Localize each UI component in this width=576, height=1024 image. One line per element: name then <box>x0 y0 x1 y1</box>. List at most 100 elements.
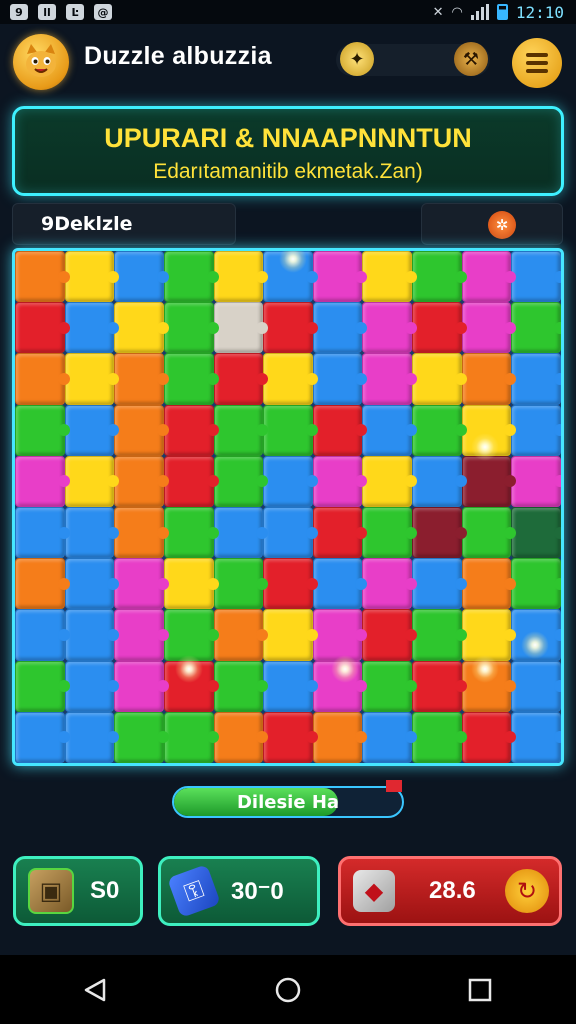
puzzle-piece[interactable] <box>114 609 169 661</box>
home-button[interactable] <box>268 970 308 1010</box>
puzzle-piece[interactable] <box>163 302 219 354</box>
puzzle-piece[interactable] <box>213 353 268 405</box>
puzzle-piece[interactable] <box>312 302 368 354</box>
puzzle-piece[interactable] <box>64 455 119 507</box>
puzzle-piece[interactable] <box>312 455 368 507</box>
puzzle-piece[interactable] <box>461 455 516 507</box>
puzzle-piece[interactable] <box>64 507 119 559</box>
puzzle-piece[interactable] <box>114 251 169 303</box>
puzzle-piece[interactable] <box>114 302 169 354</box>
puzzle-piece[interactable] <box>263 353 318 405</box>
puzzle-piece[interactable] <box>312 660 368 712</box>
puzzle-piece[interactable] <box>64 711 119 763</box>
puzzle-piece[interactable] <box>213 711 268 763</box>
lightbulb-icon[interactable]: ✦ <box>340 42 374 76</box>
puzzle-piece[interactable] <box>114 455 169 507</box>
puzzle-piece[interactable] <box>511 353 561 405</box>
puzzle-piece[interactable] <box>263 455 318 507</box>
puzzle-piece[interactable] <box>163 507 219 559</box>
hint-icon[interactable]: ✲ <box>488 211 516 239</box>
puzzle-piece[interactable] <box>64 353 119 405</box>
gem-counter-card[interactable]: ◆ 28.6 ↻ <box>338 856 562 926</box>
puzzle-piece[interactable] <box>163 404 219 456</box>
puzzle-piece[interactable] <box>163 558 219 610</box>
puzzle-piece[interactable] <box>64 404 119 456</box>
puzzle-board[interactable] <box>12 248 564 766</box>
puzzle-piece[interactable] <box>15 302 70 354</box>
puzzle-piece[interactable] <box>412 455 467 507</box>
puzzle-piece[interactable] <box>213 404 268 456</box>
puzzle-piece[interactable] <box>412 251 467 303</box>
puzzle-piece[interactable] <box>412 404 467 456</box>
puzzle-piece[interactable] <box>412 302 467 354</box>
back-button[interactable] <box>76 970 116 1010</box>
puzzle-piece[interactable] <box>461 353 516 405</box>
menu-button[interactable] <box>512 38 562 88</box>
puzzle-piece[interactable] <box>461 711 516 763</box>
puzzle-piece[interactable] <box>511 609 561 661</box>
puzzle-piece[interactable] <box>213 455 268 507</box>
puzzle-piece[interactable] <box>263 302 318 354</box>
refresh-bolt-icon[interactable]: ↻ <box>505 869 549 913</box>
puzzle-piece[interactable] <box>15 404 70 456</box>
puzzle-piece[interactable] <box>511 455 561 507</box>
puzzle-piece[interactable] <box>511 507 561 559</box>
puzzle-piece[interactable] <box>64 609 119 661</box>
puzzle-piece[interactable] <box>114 507 169 559</box>
puzzle-piece[interactable] <box>114 353 169 405</box>
puzzle-piece[interactable] <box>461 558 516 610</box>
puzzle-piece[interactable] <box>511 660 561 712</box>
puzzle-piece[interactable] <box>412 609 467 661</box>
puzzle-piece[interactable] <box>412 711 467 763</box>
puzzle-piece[interactable] <box>312 609 368 661</box>
puzzle-piece[interactable] <box>312 558 368 610</box>
puzzle-piece[interactable] <box>461 660 516 712</box>
puzzle-piece[interactable] <box>263 558 318 610</box>
puzzle-piece[interactable] <box>412 353 467 405</box>
puzzle-piece[interactable] <box>15 507 70 559</box>
cat-mascot-icon[interactable] <box>13 34 69 90</box>
puzzle-piece[interactable] <box>312 404 368 456</box>
puzzle-piece[interactable] <box>114 660 169 712</box>
puzzle-piece[interactable] <box>461 251 516 303</box>
puzzle-piece[interactable] <box>362 711 417 763</box>
puzzle-piece[interactable] <box>511 558 561 610</box>
puzzle-piece[interactable] <box>15 609 70 661</box>
puzzle-piece[interactable] <box>163 251 219 303</box>
puzzle-piece[interactable] <box>163 353 219 405</box>
puzzle-piece[interactable] <box>461 404 516 456</box>
puzzle-piece[interactable] <box>263 609 318 661</box>
puzzle-piece[interactable] <box>412 507 467 559</box>
puzzle-piece[interactable] <box>362 251 417 303</box>
puzzle-piece[interactable] <box>362 609 417 661</box>
puzzle-piece[interactable] <box>312 251 368 303</box>
puzzle-piece[interactable] <box>263 404 318 456</box>
puzzle-piece[interactable] <box>263 660 318 712</box>
puzzle-piece[interactable] <box>511 404 561 456</box>
puzzle-piece[interactable] <box>64 302 119 354</box>
puzzle-piece[interactable] <box>213 558 268 610</box>
puzzle-piece[interactable] <box>263 507 318 559</box>
puzzle-grid[interactable] <box>15 251 561 763</box>
puzzle-piece[interactable] <box>213 660 268 712</box>
puzzle-piece[interactable] <box>362 507 417 559</box>
puzzle-piece[interactable] <box>114 711 169 763</box>
puzzle-piece[interactable] <box>362 558 417 610</box>
puzzle-piece[interactable] <box>312 507 368 559</box>
hammer-icon[interactable]: ⚒ <box>454 42 488 76</box>
puzzle-piece[interactable] <box>412 558 467 610</box>
puzzle-piece[interactable] <box>412 660 467 712</box>
puzzle-piece[interactable] <box>213 302 268 354</box>
puzzle-piece[interactable] <box>15 660 70 712</box>
puzzle-piece[interactable] <box>213 251 268 303</box>
puzzle-piece[interactable] <box>163 609 219 661</box>
key-counter-card[interactable]: ⚿ 30⁻0 <box>158 856 320 926</box>
puzzle-piece[interactable] <box>362 302 417 354</box>
puzzle-piece[interactable] <box>312 353 368 405</box>
recents-button[interactable] <box>460 970 500 1010</box>
puzzle-piece[interactable] <box>362 404 417 456</box>
puzzle-piece[interactable] <box>163 455 219 507</box>
puzzle-piece[interactable] <box>15 353 70 405</box>
puzzle-piece[interactable] <box>461 302 516 354</box>
puzzle-piece[interactable] <box>163 711 219 763</box>
